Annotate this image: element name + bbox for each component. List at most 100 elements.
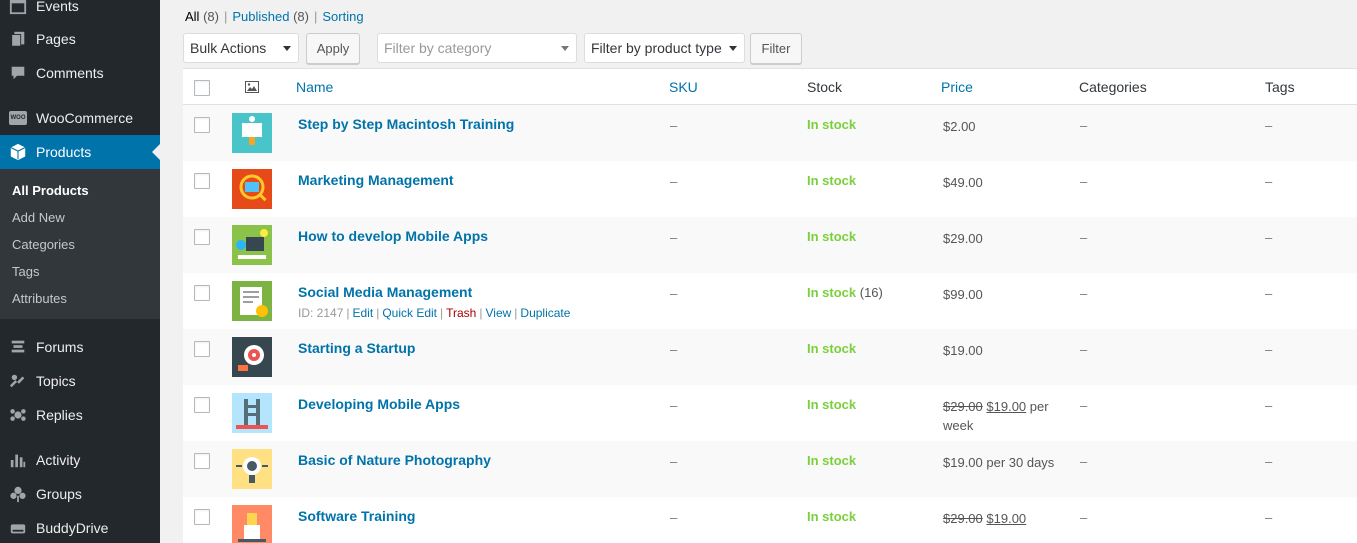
row-checkbox[interactable] [194, 341, 210, 357]
product-categories: – [1080, 118, 1088, 133]
column-tags: Tags [1265, 79, 1295, 95]
product-thumbnail[interactable] [232, 225, 272, 265]
submenu-tags[interactable]: Tags [12, 264, 39, 279]
row-checkbox[interactable] [194, 173, 210, 189]
product-tags: – [1265, 398, 1273, 413]
stock-status: In stock (16) [807, 285, 883, 300]
submenu-all-products[interactable]: All Products [12, 183, 89, 198]
regular-price: $29.00 [943, 511, 983, 526]
product-sku: – [670, 510, 678, 525]
product-name-link[interactable]: Step by Step Macintosh Training [298, 116, 514, 132]
menu-topics-label: Topics [36, 373, 76, 389]
duplicate-link[interactable]: Duplicate [520, 306, 570, 320]
view-sorting[interactable]: Sorting [322, 9, 363, 24]
menu-forums-label: Forums [36, 339, 84, 355]
apply-button[interactable]: Apply [306, 33, 360, 64]
table-row: Step by Step Macintosh Training – In sto… [183, 105, 1357, 161]
topics-icon [0, 364, 36, 398]
view-link[interactable]: View [485, 306, 511, 320]
product-thumbnail[interactable] [232, 169, 272, 209]
product-tags: – [1265, 342, 1273, 357]
product-tags: – [1265, 510, 1273, 525]
product-name-link[interactable]: How to develop Mobile Apps [298, 228, 488, 244]
row-checkbox[interactable] [194, 397, 210, 413]
stock-status: In stock [807, 117, 857, 132]
product-thumbnail[interactable] [232, 113, 272, 153]
product-thumbnail[interactable] [232, 337, 272, 377]
column-price[interactable]: Price [941, 79, 973, 95]
row-checkbox[interactable] [194, 117, 210, 133]
filter-button[interactable]: Filter [750, 33, 802, 64]
product-name-link[interactable]: Marketing Management [298, 172, 454, 188]
row-checkbox[interactable] [194, 285, 210, 301]
product-type-filter-select[interactable]: Filter by product type [584, 33, 745, 63]
products-cube-icon [0, 135, 36, 169]
product-name-link[interactable]: Developing Mobile Apps [298, 396, 460, 412]
product-categories: – [1080, 454, 1088, 469]
product-name-link[interactable]: Starting a Startup [298, 340, 415, 356]
product-sku: – [670, 454, 678, 469]
table-row: Basic of Nature Photography – In stock $… [183, 441, 1357, 497]
forums-icon [0, 330, 36, 364]
stock-status: In stock [807, 509, 857, 524]
product-thumbnail[interactable] [232, 505, 272, 543]
product-categories: – [1080, 398, 1088, 413]
product-name-link[interactable]: Social Media Management [298, 284, 472, 300]
product-name-link[interactable]: Basic of Nature Photography [298, 452, 491, 468]
product-price: $19.00 per 30 days [943, 455, 1055, 470]
menu-forums[interactable]: Forums [0, 330, 160, 364]
category-filter-select[interactable]: Filter by category [377, 33, 577, 63]
menu-topics[interactable]: Topics [0, 364, 160, 398]
product-sku: – [670, 342, 678, 357]
trash-link[interactable]: Trash [446, 306, 476, 320]
product-id: ID: 2147 [298, 306, 344, 320]
calendar-icon [0, 0, 36, 23]
view-all[interactable]: All (8) [185, 9, 219, 24]
products-table: Name SKU Stock Price Categories Tags Ste… [183, 68, 1357, 543]
select-all-checkbox[interactable] [194, 80, 210, 96]
menu-woocommerce[interactable]: WOO WooCommerce [0, 101, 160, 135]
menu-replies-label: Replies [36, 407, 83, 423]
submenu-attributes[interactable]: Attributes [12, 291, 67, 306]
product-price: $29.00 $19.00 per week [943, 397, 1068, 435]
stock-status: In stock [807, 341, 857, 356]
groups-icon [0, 477, 36, 511]
menu-replies[interactable]: Replies [0, 398, 160, 432]
row-checkbox[interactable] [194, 229, 210, 245]
product-name-link[interactable]: Software Training [298, 508, 415, 524]
product-price: $19.00 [943, 343, 983, 358]
product-thumbnail[interactable] [232, 393, 272, 433]
product-categories: – [1080, 342, 1088, 357]
product-price: $49.00 [943, 175, 983, 190]
product-tags: – [1265, 454, 1273, 469]
product-sku: – [670, 286, 678, 301]
replies-icon [0, 398, 36, 432]
menu-activity[interactable]: Activity [0, 443, 160, 477]
menu-pages[interactable]: Pages [0, 22, 160, 56]
product-categories: – [1080, 174, 1088, 189]
menu-comments[interactable]: Comments [0, 56, 160, 90]
row-checkbox[interactable] [194, 453, 210, 469]
bulk-actions-select[interactable]: Bulk Actions [183, 33, 299, 63]
woocommerce-icon: WOO [9, 111, 27, 125]
submenu-add-new[interactable]: Add New [12, 210, 65, 225]
submenu-categories[interactable]: Categories [12, 237, 75, 252]
product-price: $29.00 $19.00 [943, 509, 1068, 528]
quick-edit-link[interactable]: Quick Edit [382, 306, 437, 320]
column-sku[interactable]: SKU [669, 79, 698, 95]
table-row: Social Media Management ID: 2147 | Edit | Qu… [183, 273, 1357, 329]
menu-events[interactable]: Events [0, 0, 160, 23]
table-row: Starting a Startup – In stock $19.00 – – [183, 329, 1357, 385]
menu-products[interactable]: Products [0, 135, 160, 169]
menu-buddydrive[interactable]: BuddyDrive [0, 511, 160, 543]
image-column-icon [245, 81, 259, 93]
edit-link[interactable]: Edit [353, 306, 374, 320]
product-thumbnail[interactable] [232, 449, 272, 489]
column-name[interactable]: Name [296, 79, 333, 95]
menu-activity-label: Activity [36, 452, 81, 468]
product-tags: – [1265, 286, 1273, 301]
row-checkbox[interactable] [194, 509, 210, 525]
product-thumbnail[interactable] [232, 281, 272, 321]
view-published[interactable]: Published (8) [232, 9, 309, 24]
menu-groups[interactable]: Groups [0, 477, 160, 511]
